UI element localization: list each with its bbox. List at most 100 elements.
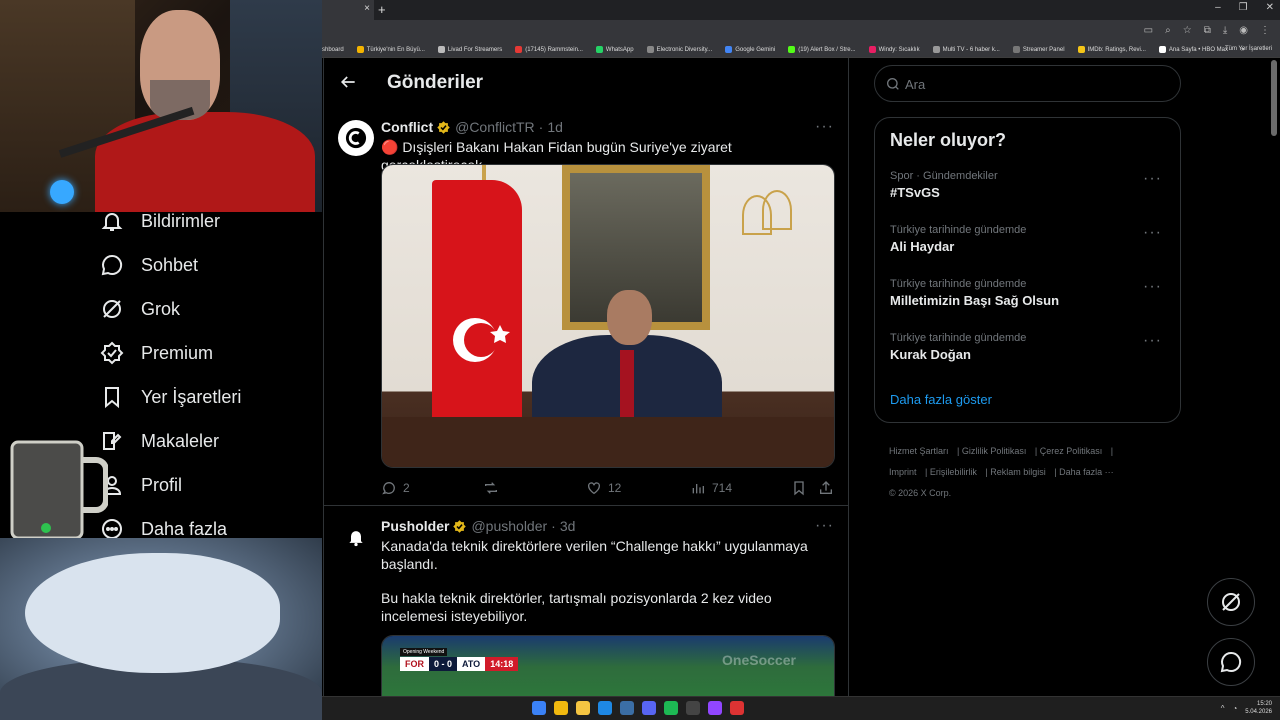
bookmark-item[interactable]: Türkiye'nin En Büyü... bbox=[356, 46, 425, 53]
grok-fab-button[interactable] bbox=[1207, 578, 1255, 626]
bell-icon bbox=[101, 213, 123, 231]
new-tab-button[interactable]: + bbox=[378, 2, 386, 17]
nav-item-notifications[interactable]: Bildirimler bbox=[100, 203, 220, 239]
close-window-icon[interactable]: ✕ bbox=[1266, 2, 1274, 13]
author-name[interactable]: Conflict bbox=[381, 119, 433, 135]
address-bar[interactable]: ▭ ⌕ ☆ ⧉ ⤓ ◉ ⋮ bbox=[322, 20, 1280, 42]
extensions-icon[interactable]: ⧉ bbox=[1204, 25, 1211, 36]
app-icon[interactable] bbox=[598, 701, 612, 715]
wifi-icon[interactable]: ◔ bbox=[1232, 704, 1237, 713]
reply-button[interactable]: 2 bbox=[381, 480, 410, 496]
download-icon[interactable]: ⤓ bbox=[1223, 25, 1227, 36]
nav-item-chat[interactable]: Sohbet bbox=[100, 247, 198, 283]
nav-label: Makaleler bbox=[141, 430, 220, 451]
bookmark-item[interactable]: WhatsApp bbox=[595, 46, 634, 53]
avatar[interactable] bbox=[338, 120, 374, 156]
page-scrollbar[interactable] bbox=[1271, 60, 1277, 136]
app-icon[interactable] bbox=[730, 701, 744, 715]
trend-item[interactable]: Türkiye tarihinde gündemde Milletimizin … bbox=[890, 278, 1170, 308]
tweet-actions: 2 12 714 bbox=[381, 480, 835, 498]
menu-icon[interactable]: ⋮ bbox=[1260, 25, 1270, 36]
tweet-image[interactable] bbox=[381, 164, 835, 468]
bookmark-item[interactable]: Multi TV - 6 haber k... bbox=[932, 46, 1000, 53]
trend-item[interactable]: Spor · Gündemdekiler #TSvGS ··· bbox=[890, 170, 1170, 200]
repost-button[interactable] bbox=[483, 480, 505, 496]
cast-icon[interactable]: ▭ bbox=[1144, 25, 1153, 36]
tweet-text: Bu hakla teknik direktörler, tartışmalı … bbox=[381, 590, 772, 624]
explorer-icon[interactable] bbox=[576, 701, 590, 715]
discord-icon[interactable] bbox=[642, 701, 656, 715]
start-icon[interactable] bbox=[532, 701, 546, 715]
bookmark-item[interactable]: (19) Alert Box / Stre... bbox=[788, 46, 856, 53]
back-arrow-icon[interactable] bbox=[338, 72, 358, 92]
tray-chevron-icon[interactable]: ^ bbox=[1221, 704, 1225, 713]
footer-link[interactable]: Imprint bbox=[889, 467, 917, 477]
show-more-link[interactable]: Daha fazla göster bbox=[890, 392, 992, 407]
browser-tab[interactable]: × bbox=[322, 0, 374, 20]
avatar[interactable] bbox=[338, 519, 374, 555]
footer-link[interactable]: Reklam bilgisi bbox=[990, 467, 1046, 477]
spotify-icon[interactable] bbox=[664, 701, 678, 715]
bookmark-item[interactable]: Electronic Diversity... bbox=[646, 46, 712, 53]
clock[interactable]: 15:20 5.04.2026 bbox=[1245, 700, 1272, 716]
steam-icon[interactable] bbox=[620, 701, 634, 715]
share-button[interactable] bbox=[818, 480, 840, 496]
footer-link[interactable]: Gizlilik Politikası bbox=[962, 446, 1027, 456]
tweet[interactable]: Pusholder @pusholder · 3d ··· Kanada'da … bbox=[324, 507, 848, 696]
close-tab-icon[interactable]: × bbox=[364, 3, 370, 14]
obs-icon[interactable] bbox=[708, 701, 722, 715]
nav-item-premium[interactable]: Premium bbox=[100, 335, 213, 371]
tweet-more-icon[interactable]: ··· bbox=[815, 118, 834, 136]
trend-more-icon[interactable]: ··· bbox=[1143, 278, 1162, 296]
author-handle[interactable]: @pusholder bbox=[471, 518, 547, 534]
tweet[interactable]: Conflict @ConflictTR · 1d ··· 🔴 Dışişler… bbox=[324, 108, 848, 506]
trend-item[interactable]: Türkiye tarihinde gündemde Kurak Doğan ·… bbox=[890, 332, 1170, 362]
nav-item-grok[interactable]: Grok bbox=[100, 291, 180, 327]
star-icon[interactable]: ☆ bbox=[1183, 25, 1192, 36]
footer-link[interactable]: Çerez Politikası bbox=[1040, 446, 1103, 456]
bookmark-item[interactable]: Streamer Panel bbox=[1012, 46, 1065, 53]
bookmark-item[interactable]: Livad For Streamers bbox=[437, 46, 502, 53]
bookmark-favicon-icon bbox=[868, 46, 876, 53]
chrome-icon[interactable] bbox=[554, 701, 568, 715]
trend-context: Türkiye tarihinde gündemde bbox=[890, 332, 1027, 344]
bookmark-item[interactable]: (17145) Rammstein... bbox=[515, 46, 583, 53]
footer-link[interactable]: Erişilebilirlik bbox=[930, 467, 977, 477]
bookmark-item[interactable]: Windy: Sıcaklık bbox=[868, 46, 920, 53]
minimize-icon[interactable]: – bbox=[1215, 2, 1221, 13]
trend-more-icon[interactable]: ··· bbox=[1143, 224, 1162, 242]
author-handle[interactable]: @ConflictTR bbox=[455, 119, 535, 135]
trend-context: Spor · Gündemdekiler bbox=[890, 170, 998, 182]
tweet-video[interactable]: Opening Weekend FOR 0 - 0 ATO 14:18 OneS… bbox=[381, 635, 835, 696]
bookmark-item[interactable]: Google Gemini bbox=[725, 46, 775, 53]
trend-item[interactable]: Türkiye tarihinde gündemde Ali Haydar ··… bbox=[890, 224, 1170, 254]
zoom-icon[interactable]: ⌕ bbox=[1165, 25, 1171, 36]
restore-icon[interactable]: ❐ bbox=[1239, 2, 1248, 13]
nav-item-profile[interactable]: Profil bbox=[100, 467, 182, 503]
bookmark-button[interactable] bbox=[791, 480, 813, 496]
messages-fab-button[interactable] bbox=[1207, 638, 1255, 686]
trends-panel: Neler oluyor? Spor · Gündemdekiler #TSvG… bbox=[874, 117, 1181, 423]
tweet-more-icon[interactable]: ··· bbox=[815, 517, 834, 535]
footer-link[interactable]: Daha fazla ··· bbox=[1059, 467, 1114, 477]
nav-label: Daha fazla bbox=[141, 518, 228, 539]
tweet-time[interactable]: 1d bbox=[547, 119, 563, 135]
author-name[interactable]: Pusholder bbox=[381, 518, 449, 534]
profile-menu-icon[interactable]: ◉ bbox=[1239, 25, 1248, 36]
epic-icon[interactable] bbox=[686, 701, 700, 715]
bookmark-item[interactable]: shboard bbox=[322, 47, 344, 53]
like-button[interactable]: 12 bbox=[586, 480, 621, 496]
views-icon bbox=[692, 484, 704, 494]
views-button[interactable]: 714 bbox=[690, 480, 732, 496]
nav-item-bookmarks[interactable]: Yer İşaretleri bbox=[100, 379, 241, 415]
wall-lamp bbox=[762, 190, 792, 230]
all-bookmarks-folder[interactable]: Tüm Yer İşaretleri bbox=[1225, 46, 1272, 52]
trend-more-icon[interactable]: ··· bbox=[1143, 170, 1162, 188]
tweet-time[interactable]: 3d bbox=[560, 518, 576, 534]
bookmark-item[interactable]: IMDb: Ratings, Revi... bbox=[1077, 46, 1146, 53]
search-input[interactable]: Ara bbox=[874, 65, 1181, 102]
trend-more-icon[interactable]: ··· bbox=[1143, 332, 1162, 350]
nav-item-articles[interactable]: Makaleler bbox=[100, 423, 219, 459]
bookmark-item[interactable]: Ana Sayfa • HBO Max bbox=[1158, 46, 1228, 53]
footer-link[interactable]: Hizmet Şartları bbox=[889, 446, 949, 456]
